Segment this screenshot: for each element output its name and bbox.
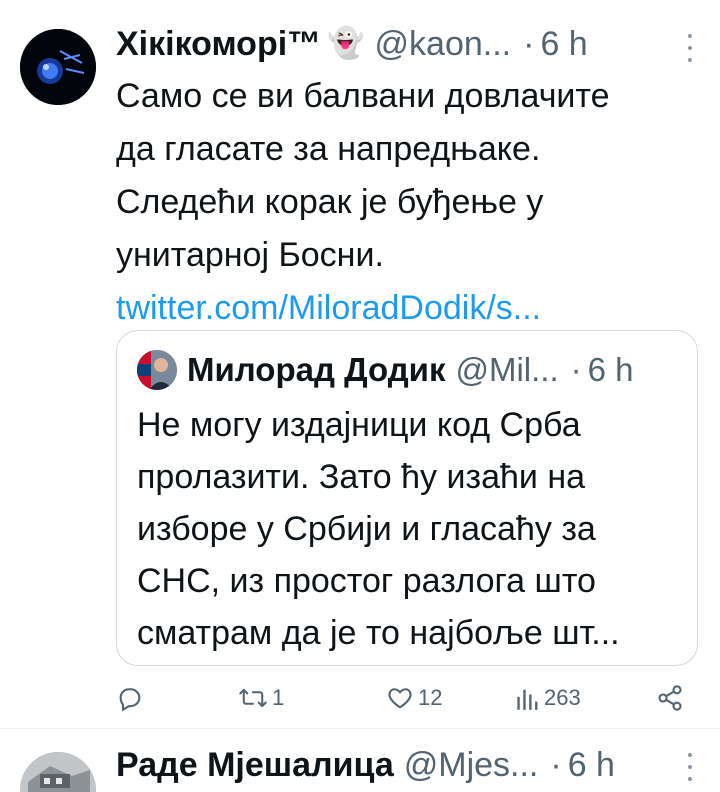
tweet-timestamp[interactable]: 6 h — [540, 22, 587, 66]
tweet[interactable]: Хікікоморі™ 👻 @kaon... · 6 h Само се ви … — [0, 0, 720, 728]
more-options-icon[interactable] — [686, 753, 694, 781]
quoted-tweet-timestamp[interactable]: 6 h — [588, 351, 634, 389]
author-handle[interactable]: @Mjes... — [404, 746, 539, 785]
quoted-author-avatar[interactable] — [137, 350, 177, 390]
retweet-count: 1 — [272, 685, 285, 710]
tweet-text-line: Само се ви балвани довлачите — [116, 77, 610, 115]
quoted-text-line: пролазити. Зато ћу изаћи на — [137, 458, 586, 496]
tweet-header: Хікікоморі™ 👻 @kaon... · 6 h — [116, 22, 588, 66]
views-chart-icon — [517, 689, 538, 710]
views-count: 263 — [544, 685, 581, 710]
author-name[interactable]: Хікікоморі™ — [116, 22, 321, 66]
views-button[interactable]: 263 — [516, 678, 581, 718]
retweet-icon — [239, 688, 267, 708]
tweet-text-line: унитарној Босни. — [116, 236, 384, 274]
next-tweet[interactable]: Раде Мјешалица @Mjes... · 6 h — [0, 729, 720, 792]
quoted-tweet[interactable]: Милорад Додик @Mil... · 6 h Не могу изда… — [116, 330, 698, 666]
quoted-text-line: Не могу издајници код Срба — [137, 406, 581, 444]
reply-icon — [119, 688, 141, 712]
like-count: 12 — [418, 685, 443, 710]
author-avatar[interactable] — [20, 29, 96, 105]
like-button[interactable]: 12 — [386, 678, 442, 718]
tweet-text-line: Следећи корак је буђење у — [116, 183, 544, 221]
share-button[interactable] — [656, 678, 684, 718]
share-icon — [658, 685, 682, 711]
more-options-icon[interactable] — [686, 34, 694, 62]
separator-dot: · — [570, 351, 582, 388]
tweet-header: Раде Мјешалица @Mjes... · 6 h — [116, 743, 615, 787]
quoted-text-line: сматрам да је то најбоље шт... — [137, 614, 620, 652]
author-handle[interactable]: @kaon... — [375, 22, 512, 66]
tweet-link[interactable]: twitter.com/MiloradDodik/s... — [116, 282, 696, 335]
quoted-text-line: изборе у Србији и гласаћу за — [137, 510, 596, 548]
heart-icon — [388, 688, 412, 709]
quoted-text-line: СНС, из простог разлога што — [137, 562, 596, 600]
retweet-button[interactable]: 1 — [238, 678, 284, 718]
quoted-author-name[interactable]: Милорад Додик — [187, 351, 445, 389]
tweet-timestamp[interactable]: 6 h — [568, 746, 615, 785]
tweet-actions: 1 12 263 — [116, 678, 698, 718]
quoted-tweet-text: Не могу издајници код Срба пролазити. За… — [137, 399, 620, 659]
ghost-emoji-icon: 👻 — [327, 27, 365, 60]
separator-dot: · — [550, 745, 562, 784]
quoted-author-handle[interactable]: @Mil... — [455, 351, 558, 389]
tweet-text-line: да гласате за напредњаке. — [116, 130, 541, 168]
author-name[interactable]: Раде Мјешалица — [116, 746, 394, 785]
separator-dot: · — [523, 25, 535, 63]
tweet-text: Само се ви балвани довлачите да гласате … — [116, 70, 696, 335]
quoted-tweet-header: Милорад Додик @Mil... · 6 h — [187, 348, 634, 392]
reply-button[interactable] — [116, 678, 144, 718]
